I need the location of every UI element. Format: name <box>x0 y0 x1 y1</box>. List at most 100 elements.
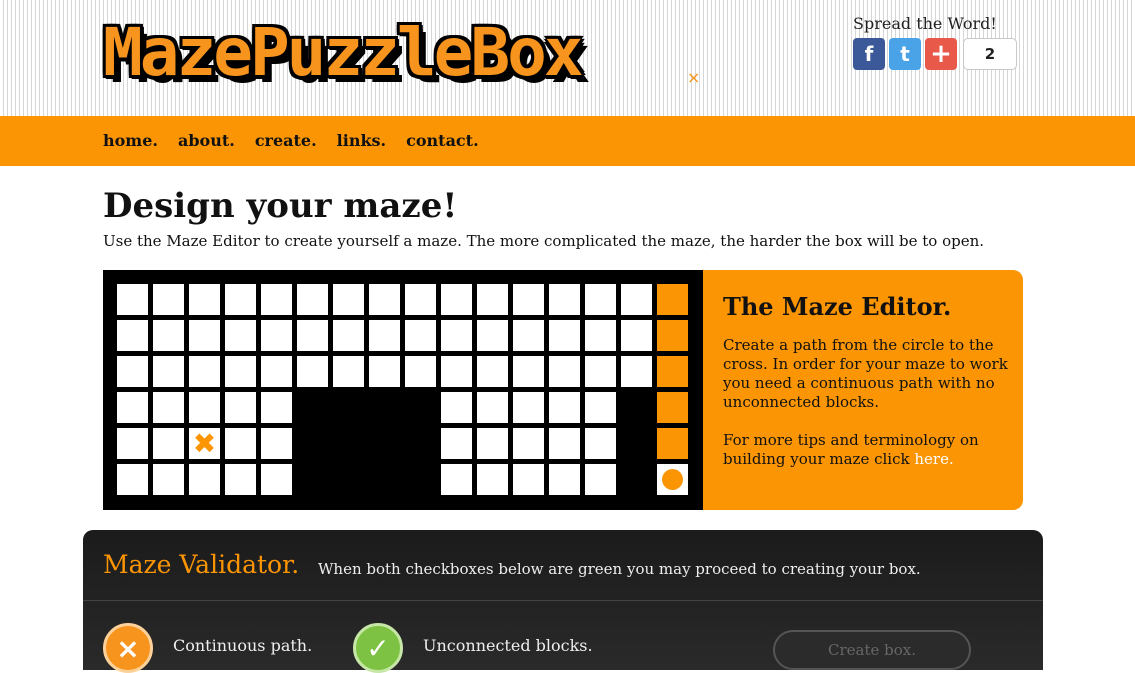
maze-cell[interactable] <box>153 428 184 459</box>
page-title: Design your maze! <box>103 186 458 226</box>
maze-cell[interactable] <box>513 356 544 387</box>
maze-cell[interactable] <box>117 392 148 423</box>
maze-cell-path[interactable] <box>657 392 688 423</box>
maze-cell[interactable] <box>441 284 472 315</box>
maze-cell[interactable] <box>261 356 292 387</box>
maze-cell[interactable] <box>441 392 472 423</box>
maze-cell[interactable] <box>225 428 256 459</box>
site-logo[interactable]: MazePuzzleBox × <box>103 14 703 94</box>
nav-links[interactable]: links. <box>337 131 386 150</box>
maze-cell[interactable] <box>369 284 400 315</box>
maze-cell[interactable] <box>261 392 292 423</box>
nav-create[interactable]: create. <box>255 131 317 150</box>
maze-cell[interactable] <box>297 320 328 351</box>
maze-cell[interactable] <box>261 284 292 315</box>
maze-cell[interactable] <box>585 356 616 387</box>
maze-cell[interactable] <box>441 356 472 387</box>
maze-cell[interactable] <box>189 284 220 315</box>
editor-description: Create a path from the circle to the cro… <box>723 336 1008 411</box>
maze-cell[interactable] <box>585 464 616 495</box>
maze-cell[interactable] <box>585 428 616 459</box>
maze-cell[interactable] <box>477 428 508 459</box>
maze-cell[interactable] <box>369 356 400 387</box>
maze-cell[interactable] <box>549 284 580 315</box>
maze-cell[interactable] <box>585 320 616 351</box>
maze-cell-path[interactable] <box>657 320 688 351</box>
maze-editor-grid[interactable]: ✖ <box>103 270 703 510</box>
maze-cell[interactable] <box>585 284 616 315</box>
maze-cell[interactable] <box>405 320 436 351</box>
maze-cell[interactable] <box>261 320 292 351</box>
maze-cell[interactable] <box>513 392 544 423</box>
maze-cell[interactable] <box>549 356 580 387</box>
maze-cell[interactable] <box>333 356 364 387</box>
maze-cell[interactable] <box>477 392 508 423</box>
maze-cell[interactable] <box>405 356 436 387</box>
site-header: MazePuzzleBox × Spread the Word! f t + 2 <box>0 0 1135 116</box>
nav-home[interactable]: home. <box>103 131 158 150</box>
maze-cell-path[interactable] <box>657 356 688 387</box>
maze-cell[interactable] <box>513 284 544 315</box>
maze-cell[interactable] <box>225 392 256 423</box>
maze-cell[interactable] <box>225 320 256 351</box>
validator-title: Maze Validator. <box>103 550 300 579</box>
maze-cell[interactable] <box>369 320 400 351</box>
maze-cell[interactable] <box>513 320 544 351</box>
maze-cell[interactable] <box>225 284 256 315</box>
maze-cell[interactable] <box>189 392 220 423</box>
twitter-share-button[interactable]: t <box>889 38 921 70</box>
maze-cell[interactable] <box>297 356 328 387</box>
maze-cell[interactable] <box>153 356 184 387</box>
maze-cell[interactable] <box>297 284 328 315</box>
maze-cell[interactable] <box>549 392 580 423</box>
maze-cell[interactable] <box>477 284 508 315</box>
maze-cell[interactable] <box>621 284 652 315</box>
maze-cell[interactable] <box>621 320 652 351</box>
maze-cell-finish[interactable]: ✖ <box>189 427 220 460</box>
maze-cell[interactable] <box>153 392 184 423</box>
maze-cell[interactable] <box>513 428 544 459</box>
nav-contact[interactable]: contact. <box>406 131 479 150</box>
maze-cell[interactable] <box>117 284 148 315</box>
maze-cell[interactable] <box>549 428 580 459</box>
maze-cell[interactable] <box>189 356 220 387</box>
facebook-share-button[interactable]: f <box>853 38 885 70</box>
maze-cell[interactable] <box>225 464 256 495</box>
more-share-button[interactable]: + <box>925 38 957 70</box>
maze-cell[interactable] <box>189 320 220 351</box>
maze-cell[interactable] <box>117 464 148 495</box>
maze-cell[interactable] <box>585 392 616 423</box>
maze-cell[interactable] <box>117 428 148 459</box>
twitter-icon: t <box>900 42 910 66</box>
editor-tips-link[interactable]: here. <box>914 450 953 468</box>
maze-cell[interactable] <box>261 464 292 495</box>
maze-cell[interactable] <box>477 356 508 387</box>
maze-cell[interactable] <box>513 464 544 495</box>
maze-cell-path[interactable] <box>657 428 688 459</box>
maze-cell-path[interactable] <box>657 284 688 315</box>
maze-cell[interactable] <box>621 356 652 387</box>
maze-cell[interactable] <box>477 320 508 351</box>
maze-cell[interactable] <box>189 464 220 495</box>
maze-cell[interactable] <box>441 464 472 495</box>
maze-cell[interactable] <box>261 428 292 459</box>
maze-cell[interactable] <box>549 320 580 351</box>
maze-cell[interactable] <box>153 464 184 495</box>
maze-cell[interactable] <box>333 284 364 315</box>
nav-about[interactable]: about. <box>178 131 235 150</box>
maze-cell[interactable] <box>117 320 148 351</box>
maze-cell[interactable] <box>441 428 472 459</box>
logo-text: MazePuzzleBox <box>103 14 584 91</box>
maze-cell[interactable] <box>405 284 436 315</box>
maze-cell[interactable] <box>153 284 184 315</box>
maze-cell[interactable] <box>477 464 508 495</box>
create-box-button[interactable]: Create box. <box>773 630 971 670</box>
maze-cell[interactable] <box>549 464 580 495</box>
maze-cell[interactable] <box>333 320 364 351</box>
maze-cell[interactable] <box>225 356 256 387</box>
maze-cell[interactable] <box>441 320 472 351</box>
maze-cell-start[interactable] <box>657 464 688 495</box>
maze-cell[interactable] <box>117 356 148 387</box>
plus-icon: + <box>930 39 952 69</box>
maze-cell[interactable] <box>153 320 184 351</box>
